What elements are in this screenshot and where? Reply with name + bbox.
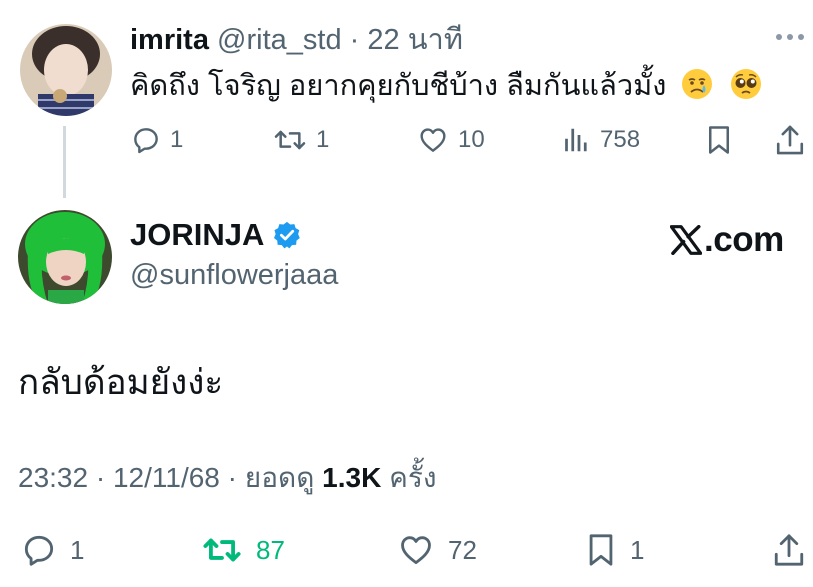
repost-icon — [203, 538, 241, 562]
x-brand-suffix: .com — [704, 220, 784, 259]
x-brand-logo: .com — [670, 220, 784, 260]
ellipsis-icon[interactable] — [774, 28, 806, 46]
main-time[interactable]: 23:32 — [18, 462, 88, 493]
share-icon — [774, 534, 804, 566]
reply-views-button[interactable]: 758 — [562, 120, 640, 160]
reply-reply-count: 1 — [170, 126, 184, 153]
share-icon — [776, 125, 804, 155]
main-author: JORINJA — [130, 216, 302, 254]
main-share-button[interactable] — [772, 528, 806, 572]
reply-reply-button[interactable]: 1 — [130, 120, 183, 160]
main-meta: 23:32 · 12/11/68 · ยอดดู 1.3K ครั้ง — [18, 460, 437, 496]
bookmark-icon — [709, 126, 729, 154]
meta-separator: · — [95, 462, 106, 493]
reply-timestamp[interactable]: 22 นาที — [367, 24, 463, 56]
reply-display-name[interactable]: imrita — [130, 24, 209, 56]
main-handle[interactable]: @sunflowerjaaa — [130, 256, 338, 294]
main-repost-button[interactable]: 87 — [200, 528, 285, 572]
main-avatar[interactable] — [18, 210, 112, 304]
reply-views-count: 758 — [600, 126, 641, 153]
thread-line — [63, 126, 66, 198]
comment-icon — [24, 535, 54, 566]
heart-icon — [401, 536, 431, 565]
pleading-face-icon — [730, 69, 761, 99]
main-date[interactable]: 12/11/68 — [113, 462, 220, 493]
reply-bookmark-button[interactable] — [704, 120, 734, 160]
meta-separator: · — [227, 462, 237, 493]
reply-handle[interactable]: @rita_std — [217, 24, 342, 56]
main-bookmark-button[interactable]: 1 — [584, 528, 644, 572]
views-unit: ครั้ง — [389, 462, 437, 493]
main-repost-count: 87 — [256, 534, 285, 565]
analytics-icon — [565, 128, 587, 152]
reply-header: imrita @rita_std · 22 นาที — [130, 22, 463, 58]
main-text: กลับด้อมยังง่ะ — [18, 363, 224, 402]
reply-separator: · — [349, 24, 360, 56]
main-reply-count: 1 — [70, 534, 85, 565]
reply-like-button[interactable]: 10 — [416, 120, 485, 160]
x-logo-icon — [670, 225, 702, 255]
heart-icon — [420, 128, 446, 152]
reply-repost-button[interactable]: 1 — [272, 120, 329, 160]
repost-icon — [274, 130, 306, 150]
bookmark-icon — [589, 534, 613, 566]
main-display-name[interactable]: JORINJA — [130, 216, 264, 254]
main-like-count: 72 — [448, 534, 477, 565]
main-reply-button[interactable]: 1 — [20, 528, 84, 572]
reply-repost-count: 1 — [316, 126, 330, 153]
reply-avatar[interactable] — [20, 24, 112, 116]
views-value: 1.3K — [322, 462, 382, 493]
main-like-button[interactable]: 72 — [396, 528, 477, 572]
reply-share-button[interactable] — [774, 120, 806, 160]
verified-badge-icon[interactable] — [272, 220, 302, 250]
comment-icon — [134, 128, 158, 154]
reply-like-count: 10 — [458, 126, 485, 153]
reply-text: คิดถึง โจริญ อยากคุยกับชีบ้าง ลืมกันแล้ว… — [130, 66, 763, 106]
crying-face-icon — [682, 69, 713, 99]
main-bookmark-count: 1 — [630, 534, 645, 565]
reply-text-body: คิดถึง โจริญ อยากคุยกับชีบ้าง ลืมกันแล้ว… — [130, 70, 667, 102]
views-label: ยอดดู — [244, 462, 315, 493]
